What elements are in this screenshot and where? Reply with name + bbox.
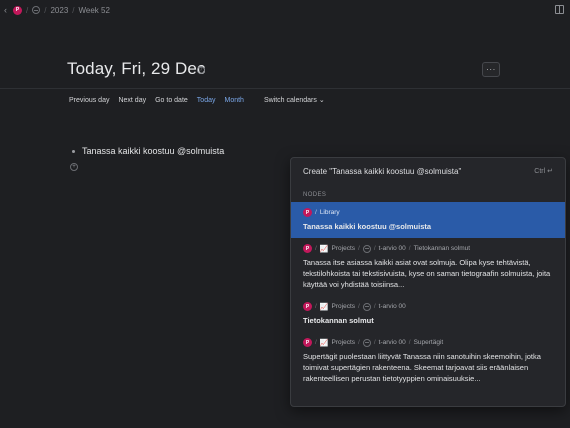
breadcrumb-separator: / [358, 303, 360, 310]
breadcrumb-separator: / [72, 5, 75, 15]
workspace-avatar: P [303, 302, 312, 311]
breadcrumb-item: Library [319, 209, 340, 216]
page-title: Today, Fri, 29 Dec [67, 59, 206, 78]
previous-day-button[interactable]: Previous day [69, 97, 109, 104]
panel-toggle-icon[interactable] [555, 5, 564, 14]
bullet-icon[interactable] [72, 149, 75, 153]
today-button[interactable]: Today [197, 97, 216, 104]
breadcrumb-separator: / [358, 339, 360, 346]
breadcrumb-separator: / [315, 339, 317, 346]
breadcrumb-item: Projects [331, 339, 356, 346]
breadcrumb-separator: / [315, 303, 317, 310]
top-bar: ‹ P / / 2023 / Week 52 [0, 0, 570, 20]
result-item[interactable]: P / 📈 Projects / / t-arvio 00 / Tietokan… [291, 238, 565, 296]
breadcrumb-separator: / [408, 339, 411, 346]
breadcrumb-separator: / [358, 245, 360, 252]
node-row[interactable]: Tanassa kaikki koostuu @solmuista [72, 146, 224, 156]
result-item[interactable]: P / 📈 Projects / / t-arvio 00 Tietokanna… [291, 296, 565, 332]
breadcrumb-year[interactable]: 2023 [50, 6, 68, 15]
create-node-label: Create "Tanassa kaikki koostuu @solmuist… [303, 166, 462, 176]
result-title: Tietokannan solmut [303, 316, 374, 325]
result-breadcrumb: P / Library [303, 207, 553, 218]
month-button[interactable]: Month [224, 97, 243, 104]
chart-icon: 📈 [319, 303, 329, 311]
section-label: NODES [303, 192, 327, 198]
calendar-node-icon[interactable] [32, 6, 41, 14]
chart-icon: 📈 [319, 339, 329, 347]
breadcrumb-item: t-arvio 00 [378, 339, 406, 346]
breadcrumb-item: Supertägit [413, 339, 444, 346]
go-to-date-button[interactable]: Go to date [155, 97, 188, 104]
breadcrumb-separator: / [315, 245, 317, 252]
chevron-down-icon: ⌄ [318, 97, 325, 104]
shortcut-hint: Ctrl ↵ [534, 168, 553, 175]
breadcrumb-separator: / [373, 245, 376, 252]
date-navigation: Previous day Next day Go to date Today M… [69, 96, 325, 105]
help-icon[interactable]: ? [197, 66, 205, 74]
breadcrumb-separator: / [26, 5, 29, 15]
workspace-avatar: P [303, 244, 312, 253]
breadcrumb-item: Tietokannan solmut [413, 245, 471, 252]
breadcrumb-separator: / [408, 245, 411, 252]
breadcrumb-item: Projects [331, 245, 356, 252]
workspace-avatar: P [303, 208, 312, 217]
switch-calendars-label: Switch calendars [263, 97, 317, 104]
switch-calendars-dropdown[interactable]: Switch calendars ⌄ [264, 96, 325, 104]
next-day-button[interactable]: Next day [118, 97, 146, 104]
workspace-avatar[interactable]: P [13, 5, 22, 15]
breadcrumb-week[interactable]: Week 52 [79, 6, 110, 15]
add-node-icon[interactable]: + [70, 163, 78, 171]
result-snippet: Tanassa itse asiassa kaikki asiat ovat s… [303, 258, 551, 289]
result-title: Tanassa kaikki koostuu @solmuista [303, 222, 432, 231]
back-chevron-icon[interactable]: ‹ [4, 5, 7, 15]
node-icon [362, 302, 371, 311]
result-breadcrumb: P / 📈 Projects / / t-arvio 00 [303, 301, 553, 312]
breadcrumb-separator: / [373, 303, 376, 310]
breadcrumb-item: t-arvio 00 [378, 303, 406, 310]
node-icon [362, 338, 371, 347]
breadcrumb-item: t-arvio 00 [378, 245, 406, 252]
create-node-option[interactable]: Create "Tanassa kaikki koostuu @solmuist… [291, 158, 565, 184]
header-divider [0, 88, 570, 89]
more-options-button[interactable]: ··· [482, 62, 500, 77]
breadcrumb-separator: / [44, 5, 47, 15]
result-item[interactable]: P / 📈 Projects / / t-arvio 00 / Supertäg… [291, 332, 565, 390]
node-text[interactable]: Tanassa kaikki koostuu @solmuista [82, 146, 224, 156]
breadcrumb-separator: / [373, 339, 376, 346]
mention-popup: Create "Tanassa kaikki koostuu @solmuist… [290, 157, 566, 407]
chart-icon: 📈 [319, 245, 329, 253]
result-breadcrumb: P / 📈 Projects / / t-arvio 00 / Tietokan… [303, 243, 553, 254]
workspace-avatar: P [303, 338, 312, 347]
result-breadcrumb: P / 📈 Projects / / t-arvio 00 / Supertäg… [303, 337, 553, 348]
breadcrumb-item: Projects [331, 303, 356, 310]
node-icon [362, 244, 371, 253]
breadcrumb-separator: / [315, 209, 317, 216]
result-snippet: Supertägit puolestaan liittyvät Tanassa … [303, 352, 541, 383]
result-item[interactable]: P / Library Tanassa kaikki koostuu @solm… [291, 202, 565, 238]
